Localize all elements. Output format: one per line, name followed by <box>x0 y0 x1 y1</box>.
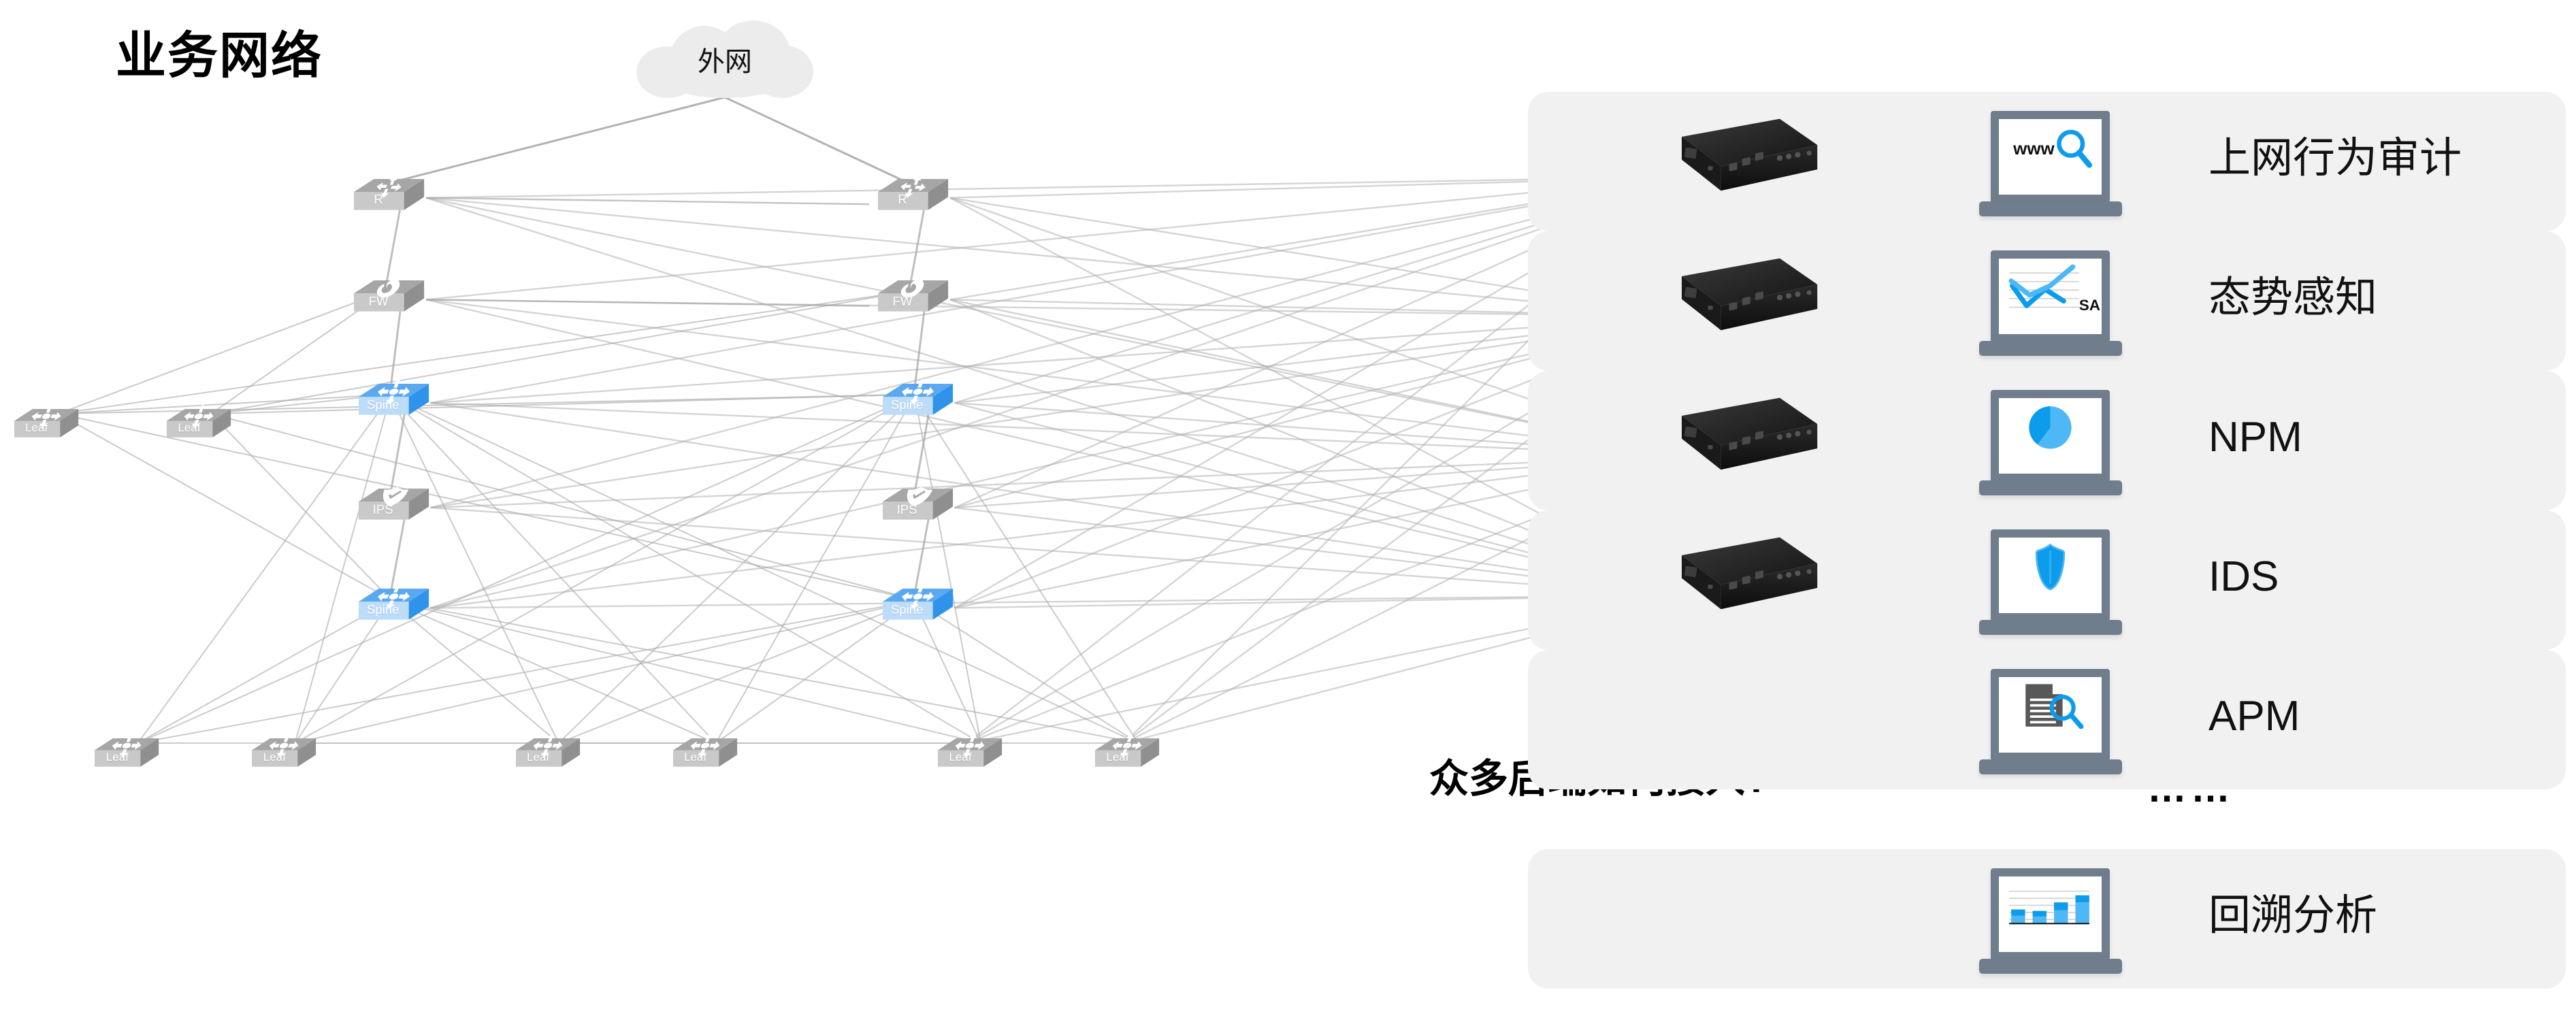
backend-panel-label-row-ids: IDS <box>2208 553 2279 600</box>
network-node-leaf-b1: Leaf <box>93 734 161 769</box>
appliance-device-row-sa <box>1657 252 1821 350</box>
network-node-leaf-b4: Leaf <box>671 734 739 769</box>
appliance-device-row-audit <box>1657 112 1821 210</box>
network-node-r-left: R <box>352 175 426 212</box>
network-node-spine-r1: Spine <box>881 378 955 417</box>
network-node-spine-l2: Spine <box>357 583 431 622</box>
external-network-cloud: 外网 <box>636 20 813 99</box>
document-search-icon <box>1978 669 2122 778</box>
www-search-icon: www <box>1978 111 2122 220</box>
network-node-leaf-b2: Leaf <box>250 734 318 769</box>
appliance-device-row-ids <box>1657 531 1821 629</box>
network-node-leaf-m2: Leaf <box>165 404 233 440</box>
backend-panel-label-row-npm: NPM <box>2208 413 2302 461</box>
network-node-spine-l1: Spine <box>357 378 431 417</box>
shield-icon <box>1978 529 2122 639</box>
appliance-device-row-npm <box>1657 391 1821 489</box>
bar-chart-icon <box>1978 868 2122 978</box>
cloud-label: 外网 <box>698 47 752 77</box>
network-node-ips-right: IPS <box>881 487 955 522</box>
network-node-leaf-b3: Leaf <box>514 734 582 769</box>
network-node-fw-left: FW <box>352 278 426 314</box>
network-node-leaf-b5: Leaf <box>936 734 1004 769</box>
network-node-ips-left: IPS <box>357 487 431 522</box>
network-node-spine-r2: Spine <box>881 583 955 622</box>
network-node-leaf-b6: Leaf <box>1093 734 1161 769</box>
svg-text:www: www <box>2012 138 2055 159</box>
svg-text:SA: SA <box>2079 297 2100 314</box>
backend-panel-label-row-audit: 上网行为审计 <box>2208 134 2462 182</box>
backend-panel-label-row-sa: 态势感知 <box>2208 274 2378 321</box>
line-chart-icon: SA <box>1978 250 2122 360</box>
pie-chart-icon <box>1978 390 2122 499</box>
backend-panel-label-row-trace: 回溯分析 <box>2208 891 2378 939</box>
network-node-fw-right: FW <box>876 278 950 314</box>
network-node-leaf-m1: Leaf <box>12 404 80 440</box>
backend-panel-label-row-apm: APM <box>2208 692 2300 740</box>
network-node-r-right: R <box>876 175 950 212</box>
